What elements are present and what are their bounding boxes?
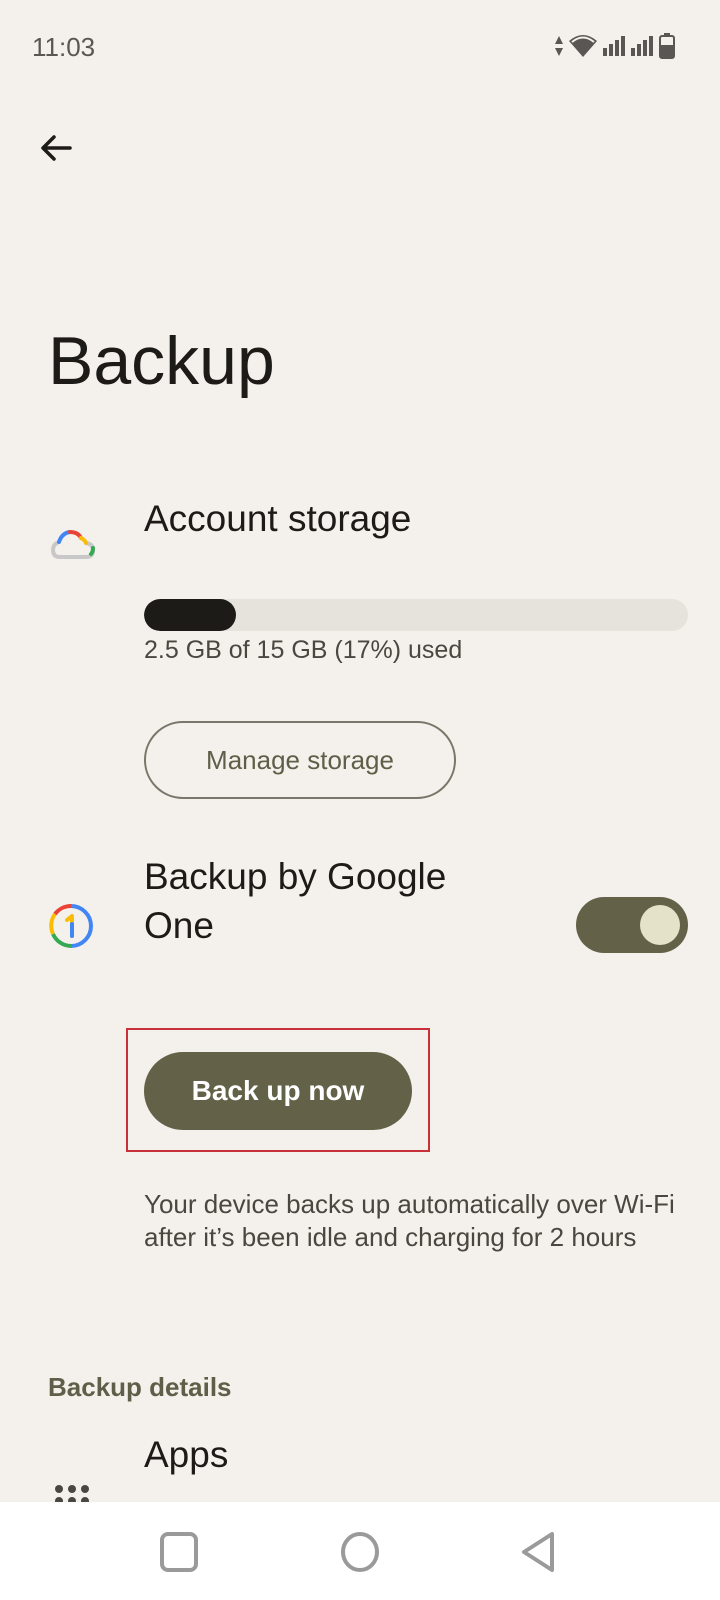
signal-icon: [603, 36, 625, 56]
back-button[interactable]: [36, 128, 76, 168]
status-icons: [554, 32, 676, 60]
status-time: 11:03: [32, 32, 96, 62]
google-one-backup-toggle[interactable]: [576, 897, 688, 953]
account-storage-title: Account storage: [144, 498, 412, 539]
navigation-bar: [0, 1502, 720, 1600]
home-button[interactable]: [340, 1532, 380, 1577]
storage-progress-fill: [144, 599, 237, 631]
page-title: Backup: [48, 323, 275, 399]
manage-storage-button[interactable]: Manage storage: [144, 721, 456, 799]
google-one-icon: [47, 902, 95, 955]
storage-usage-text: 2.5 GB of 15 GB (17%) used: [144, 636, 463, 664]
back-up-now-button[interactable]: Back up now: [144, 1052, 412, 1130]
apps-label: Apps: [144, 1440, 229, 1475]
toggle-knob: [640, 905, 680, 945]
storage-progress-bar: [144, 599, 688, 631]
nav-back-button[interactable]: [518, 1530, 558, 1579]
recents-icon: [160, 1532, 198, 1572]
apps-grid-icon: [54, 1484, 90, 1502]
signal-icon: [631, 36, 653, 56]
recents-button[interactable]: [160, 1532, 198, 1577]
arrow-left-icon: [41, 135, 72, 161]
backup-details-header: Backup details: [48, 1372, 232, 1402]
data-arrows-icon: [555, 36, 563, 56]
list-item-apps[interactable]: Apps: [0, 1440, 720, 1502]
backup-description: Your device backs up automatically over …: [144, 1189, 675, 1252]
google-one-backup-title: Backup by Google One: [144, 856, 447, 946]
google-cloud-icon: [50, 528, 96, 565]
back-icon: [522, 1532, 554, 1572]
wifi-icon: [569, 35, 597, 57]
home-icon: [341, 1532, 379, 1572]
battery-icon: [659, 33, 675, 59]
